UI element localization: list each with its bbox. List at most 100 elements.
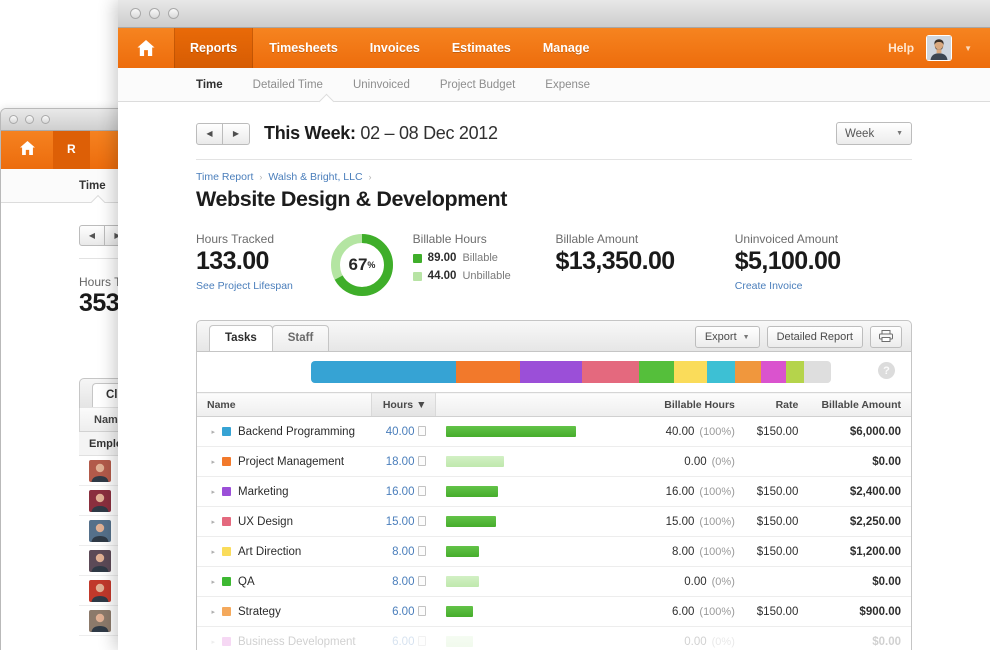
stacked-bar-segment[interactable] (520, 361, 582, 383)
hours-bar (446, 426, 577, 437)
minimize-button[interactable] (25, 115, 34, 124)
table-row[interactable]: ▸ Strategy 6.00 6.00 (100%) $150.00 $900.00 (197, 596, 911, 627)
note-icon[interactable] (418, 545, 427, 556)
stacked-bar-segment[interactable] (761, 361, 786, 383)
main-window[interactable]: Reports Timesheets Invoices Estimates Manage… (118, 0, 990, 650)
breadcrumb-item-time-report[interactable]: Time Report (196, 171, 253, 183)
note-icon[interactable] (418, 485, 427, 496)
close-button[interactable] (9, 115, 18, 124)
table-row[interactable]: ▸ Business Development 6.00 0.00 (0%) $0.00 (197, 626, 911, 650)
column-header-hours[interactable]: Hours ▼ (370, 392, 437, 417)
close-button[interactable] (130, 8, 141, 19)
nav-item-reports[interactable]: Reports (174, 28, 254, 68)
expand-triangle-icon[interactable]: ▸ (207, 458, 215, 466)
hours-link[interactable]: 6.00 (392, 606, 414, 618)
home-icon[interactable] (118, 28, 174, 68)
column-header-blank[interactable] (436, 392, 652, 417)
background-subnav-time[interactable]: Time (79, 180, 106, 192)
cell-name: ▸ UX Design (197, 506, 371, 537)
stacked-bar-segment[interactable] (639, 361, 674, 383)
maximize-button[interactable] (41, 115, 50, 124)
expand-triangle-icon[interactable]: ▸ (207, 608, 215, 616)
period-select[interactable]: Week ▼ (836, 122, 912, 145)
cell-hours: 15.00 (370, 506, 437, 537)
breadcrumb-separator: › (259, 172, 263, 182)
cell-billable-amount: $900.00 (808, 596, 911, 627)
export-button[interactable]: Export ▼ (694, 326, 760, 348)
table-row[interactable]: ▸ QA 8.00 0.00 (0%) $0.00 (197, 566, 911, 597)
user-avatar[interactable] (926, 35, 953, 61)
tab-staff[interactable]: Staff (271, 325, 330, 351)
note-icon[interactable] (418, 455, 427, 466)
subnav-item-time[interactable]: Time (196, 79, 223, 91)
stacked-bar-segment[interactable] (582, 361, 639, 383)
subnav-item-uninvoiced[interactable]: Uninvoiced (353, 79, 410, 91)
expand-triangle-icon[interactable]: ▸ (207, 548, 215, 556)
print-button[interactable] (870, 326, 902, 348)
stacked-bar-segment[interactable] (674, 361, 707, 383)
hours-link[interactable]: 18.00 (386, 456, 415, 468)
note-icon[interactable] (418, 605, 427, 616)
expand-triangle-icon[interactable]: ▸ (207, 638, 215, 646)
cell-rate: $150.00 (744, 596, 809, 627)
expand-triangle-icon[interactable]: ▸ (207, 428, 215, 436)
prev-period-button[interactable]: ◀ (196, 122, 223, 145)
create-invoice-link[interactable]: Create Invoice (735, 280, 912, 292)
expand-triangle-icon[interactable]: ▸ (207, 518, 215, 526)
column-header-billable-hours[interactable]: Billable Hours (651, 392, 745, 417)
note-icon[interactable] (418, 515, 427, 526)
note-icon[interactable] (418, 425, 427, 436)
hours-link[interactable]: 8.00 (392, 576, 414, 588)
report-table: Name Hours ▼ Billable Hours Rate Billable Am… (197, 392, 911, 650)
nav-item-timesheets[interactable]: Timesheets (253, 28, 354, 68)
legend-swatch (412, 271, 422, 281)
note-icon[interactable] (418, 635, 427, 646)
chevron-down-icon[interactable]: ▼ (964, 44, 972, 53)
breadcrumb-item-client[interactable]: Walsh & Bright, LLC (268, 171, 362, 183)
table-row[interactable]: ▸ Backend Programming 40.00 40.00 (100%) $150… (197, 416, 911, 447)
cell-hours: 18.00 (370, 446, 437, 477)
background-nav-reports[interactable]: R (53, 131, 90, 169)
background-prev-icon[interactable]: ◀ (79, 225, 105, 246)
cell-billable-hours: 8.00 (100%) (651, 536, 745, 567)
column-header-rate[interactable]: Rate (744, 392, 809, 417)
hours-link[interactable]: 16.00 (386, 486, 415, 498)
help-circle-icon[interactable]: ? (878, 362, 895, 379)
nav-item-invoices[interactable]: Invoices (354, 28, 436, 68)
subnav-item-project-budget[interactable]: Project Budget (440, 79, 515, 91)
stacked-bar-segment[interactable] (456, 361, 520, 383)
hours-link[interactable]: 15.00 (386, 516, 415, 528)
table-row[interactable]: ▸ Art Direction 8.00 8.00 (100%) $150.00 $1,20… (197, 536, 911, 567)
note-icon[interactable] (418, 575, 427, 586)
minimize-button[interactable] (149, 8, 160, 19)
detailed-report-button[interactable]: Detailed Report (766, 326, 863, 348)
see-project-lifespan-link[interactable]: See Project Lifespan (196, 280, 329, 292)
nav-item-manage[interactable]: Manage (527, 28, 606, 68)
home-icon[interactable] (1, 141, 53, 159)
table-row[interactable]: ▸ Project Management 18.00 0.00 (0%) $0.00 (197, 446, 911, 477)
hours-link[interactable]: 40.00 (386, 426, 415, 438)
stacked-bar-segment[interactable] (735, 361, 761, 383)
stacked-bar-segment[interactable] (804, 361, 831, 383)
column-header-name[interactable]: Name (197, 392, 371, 417)
next-period-button[interactable]: ▶ (223, 122, 250, 145)
subnav-item-detailed-time[interactable]: Detailed Time (253, 79, 323, 91)
table-row[interactable]: ▸ Marketing 16.00 16.00 (100%) $150.00 $2,400.… (197, 476, 911, 507)
expand-triangle-icon[interactable]: ▸ (207, 578, 215, 586)
hours-link[interactable]: 8.00 (392, 546, 414, 558)
legend-text: Unbillable (462, 270, 511, 282)
date-stepper[interactable]: ◀ ▶ (196, 122, 250, 145)
help-link[interactable]: Help (888, 41, 914, 55)
stacked-bar-segment[interactable] (311, 361, 456, 383)
cell-billable-hours: 0.00 (0%) (651, 626, 745, 650)
column-header-billable-amount[interactable]: Billable Amount (808, 392, 911, 417)
stacked-bar-segment[interactable] (707, 361, 735, 383)
stacked-bar-segment[interactable] (786, 361, 804, 383)
maximize-button[interactable] (168, 8, 179, 19)
tab-tasks[interactable]: Tasks (209, 325, 273, 351)
subnav-item-expense[interactable]: Expense (545, 79, 590, 91)
nav-item-estimates[interactable]: Estimates (436, 28, 527, 68)
table-row[interactable]: ▸ UX Design 15.00 15.00 (100%) $150.00 $2,250.… (197, 506, 911, 537)
hours-link[interactable]: 6.00 (392, 636, 414, 648)
expand-triangle-icon[interactable]: ▸ (207, 488, 215, 496)
